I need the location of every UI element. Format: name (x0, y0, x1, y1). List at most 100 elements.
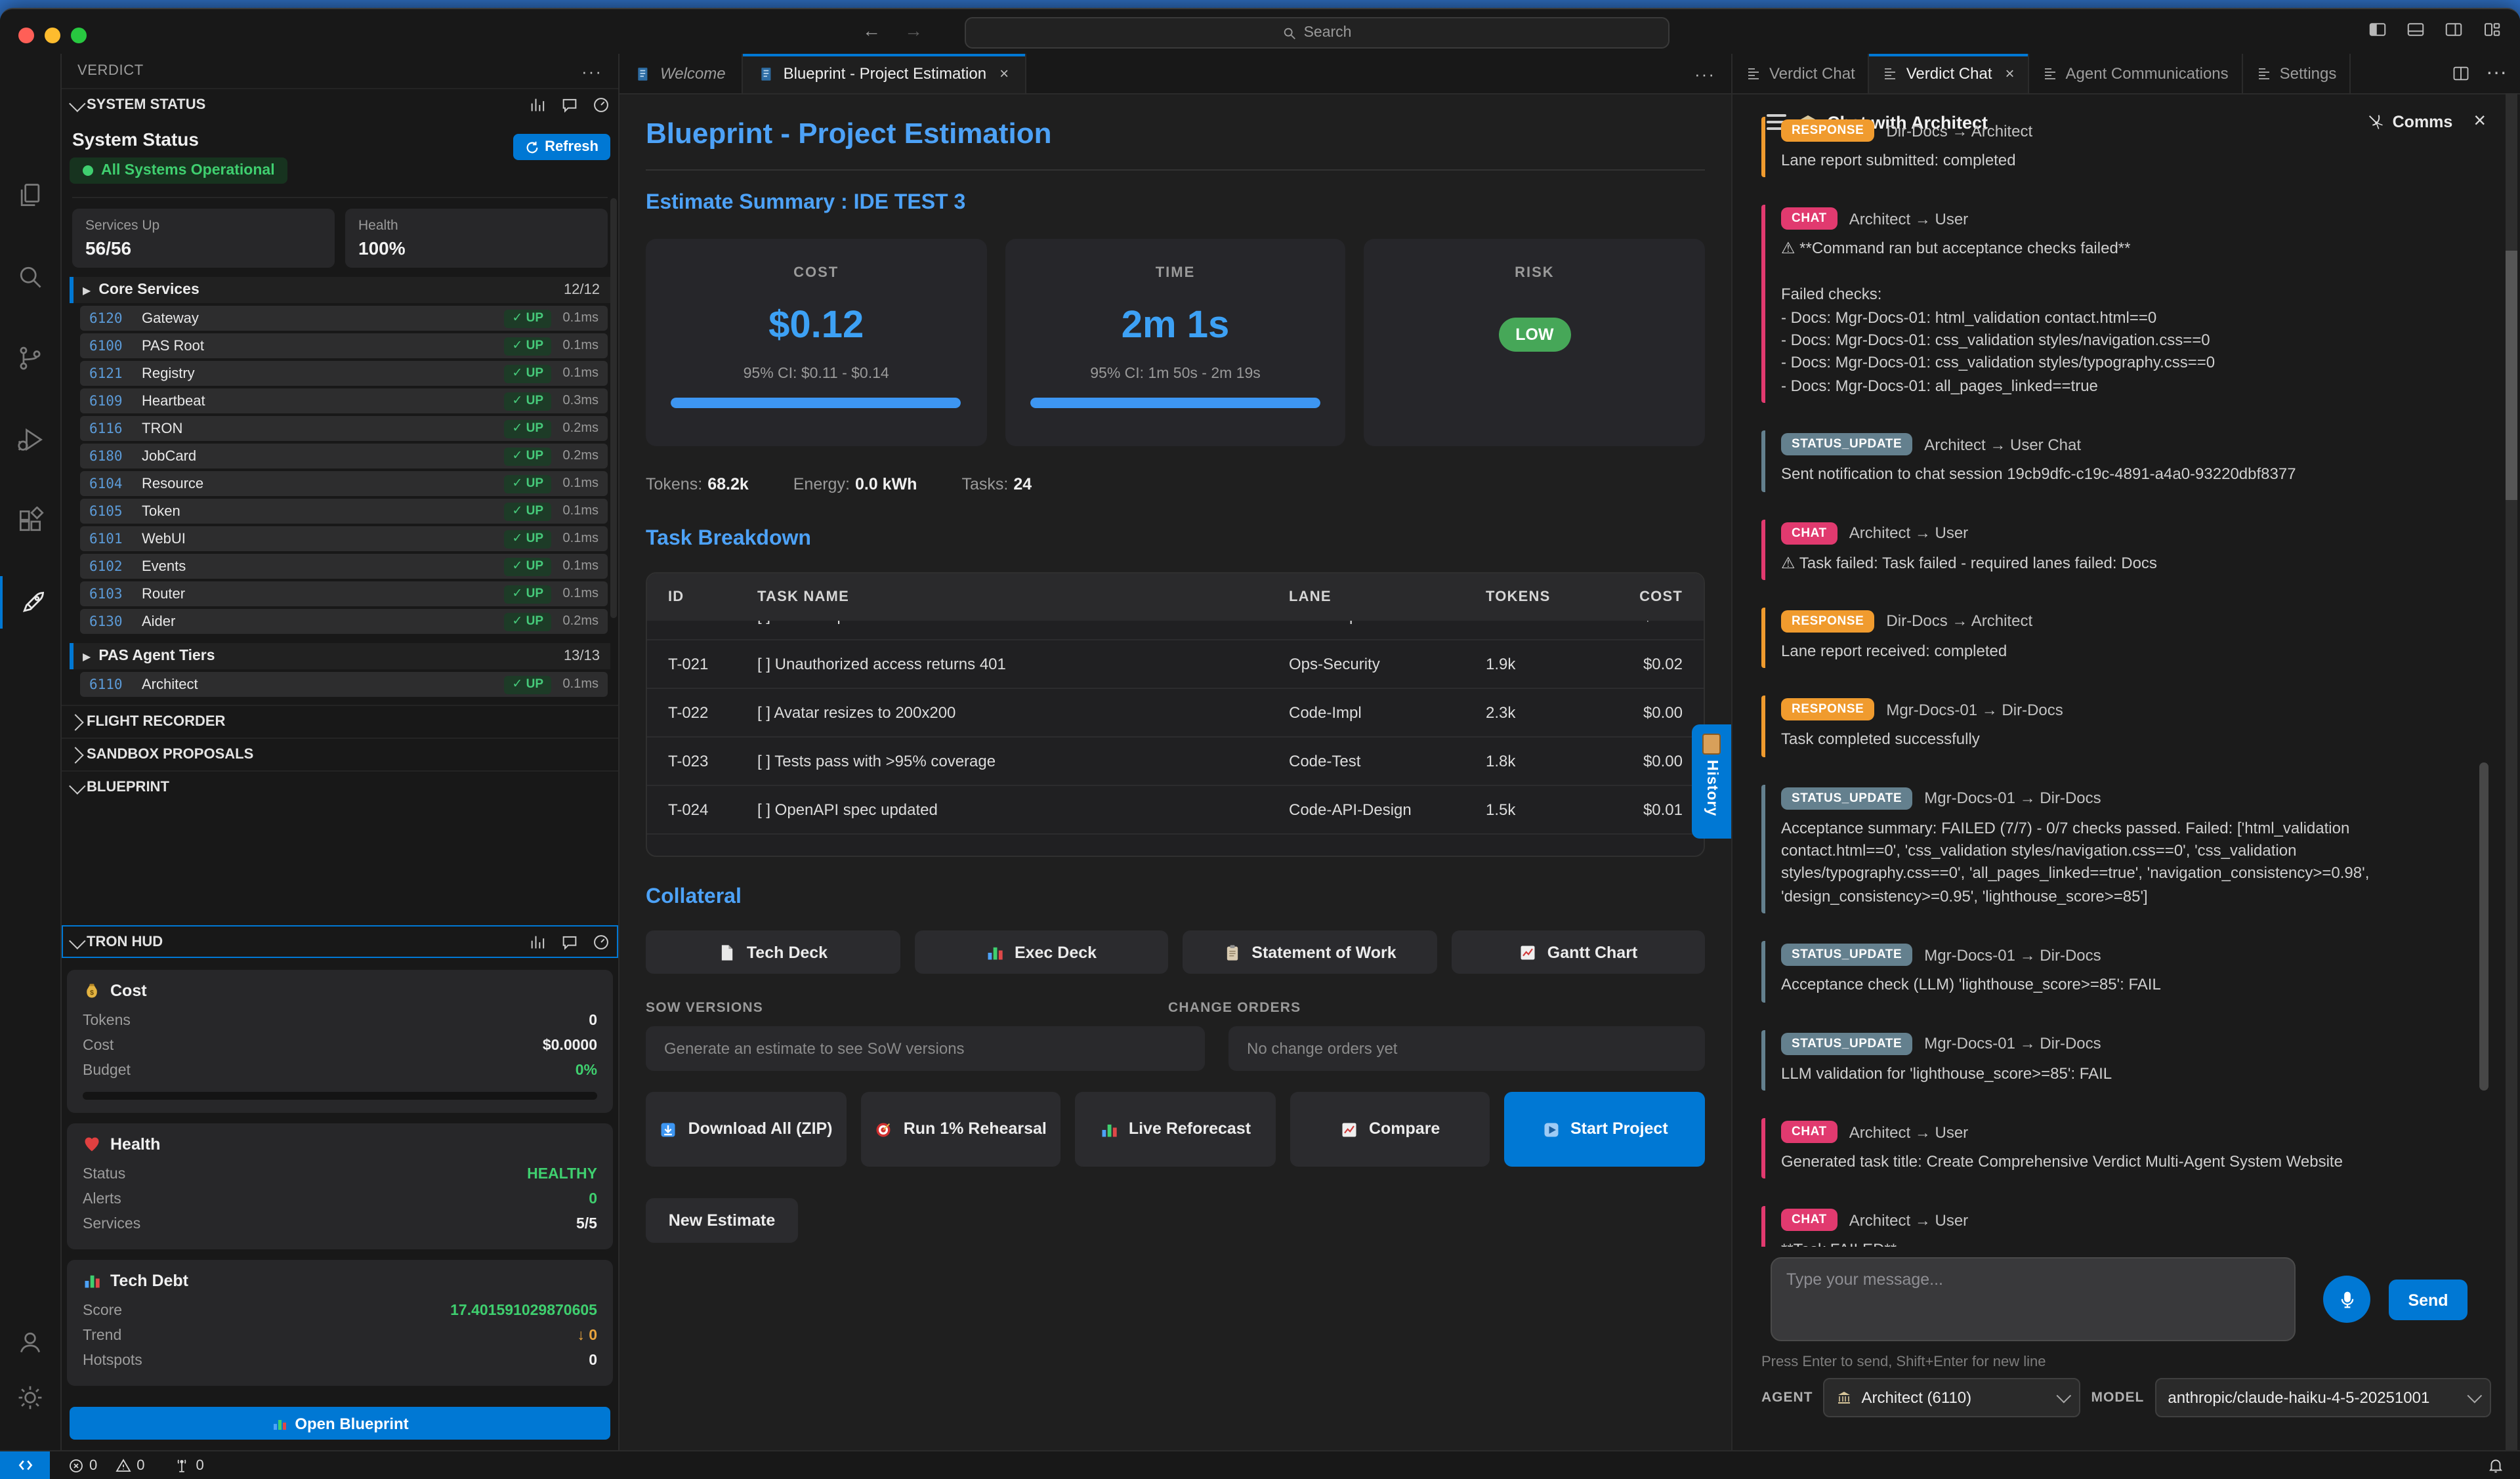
section-flight-recorder[interactable]: FLIGHT RECORDER (62, 705, 618, 738)
editor-tab[interactable]: Welcome (620, 54, 743, 93)
refresh-button[interactable]: Refresh (513, 134, 610, 160)
service-row[interactable]: 6110Architect✓ UP0.1ms (80, 672, 608, 697)
tab-file-icon (635, 65, 652, 82)
gantt-chart-button[interactable]: Gantt Chart (1451, 930, 1705, 974)
comment-icon[interactable] (560, 933, 579, 951)
compare-button[interactable]: Compare (1290, 1092, 1490, 1167)
new-estimate-button[interactable]: New Estimate (646, 1198, 798, 1243)
statement-of-work-button[interactable]: Statement of Work (1183, 930, 1437, 974)
section-blueprint[interactable]: BLUEPRINT (62, 770, 618, 803)
zoom-window-button[interactable] (71, 28, 87, 43)
tech-deck-button[interactable]: Tech Deck (646, 930, 900, 974)
warnings-status[interactable]: 0 (116, 1457, 144, 1473)
service-row[interactable]: 6104Resource✓ UP0.1ms (80, 471, 608, 496)
live-reforecast-button[interactable]: Live Reforecast (1075, 1092, 1275, 1167)
extensions-icon[interactable] (0, 495, 60, 547)
section-sandbox-proposals[interactable]: SANDBOX PROPOSALS (62, 738, 618, 770)
send-button[interactable]: Send (2389, 1280, 2468, 1320)
remote-indicator[interactable] (0, 1451, 50, 1479)
split-editor-icon[interactable] (2452, 64, 2470, 83)
comment-icon[interactable] (560, 96, 579, 114)
messages-scrollbar[interactable] (2479, 762, 2488, 1091)
toggle-primary-sidebar-icon[interactable] (2368, 20, 2387, 39)
barchart-icon[interactable] (529, 96, 547, 114)
task-table-viewport[interactable]: T-020[ ] Invalid input returns 400 with … (647, 621, 1704, 856)
editor-tab[interactable]: Blueprint - Project Estimation× (743, 54, 1026, 93)
sidebar-more-icon[interactable]: ··· (581, 61, 602, 81)
barchart-icon[interactable] (529, 933, 547, 951)
search-sidebar-icon[interactable] (0, 251, 60, 303)
panel-more-icon[interactable]: ··· (2486, 62, 2507, 85)
nav-forward-icon[interactable]: → (902, 20, 925, 41)
message-route: Architect → User (1849, 1211, 1968, 1230)
service-row[interactable]: 6130Aider✓ UP0.2ms (80, 609, 608, 634)
card-ci: 95% CI: $0.11 - $0.14 (744, 366, 889, 382)
minimize-window-button[interactable] (45, 28, 60, 43)
nav-back-icon[interactable]: ← (860, 20, 883, 41)
notifications-bell-icon[interactable] (2487, 1457, 2504, 1474)
download-all-zip--button[interactable]: Download All (ZIP) (646, 1092, 846, 1167)
close-window-button[interactable] (18, 28, 34, 43)
sidebar-scrollbar[interactable] (610, 198, 617, 618)
mic-button[interactable] (2323, 1276, 2370, 1323)
customize-layout-icon[interactable] (2482, 20, 2502, 39)
service-row[interactable]: 6102Events✓ UP0.1ms (80, 554, 608, 579)
source-control-icon[interactable] (0, 332, 60, 385)
history-tab[interactable]: History (1692, 724, 1731, 839)
panel-tab-settings[interactable]: Settings (2243, 54, 2351, 93)
start-project-button[interactable]: Start Project (1505, 1092, 1705, 1167)
hud-row-label: Hotspots (83, 1352, 142, 1368)
panel-tab-verdict-chat[interactable]: Verdict Chat × (1870, 54, 2029, 93)
chat-message-input[interactable] (1771, 1257, 2296, 1341)
service-row[interactable]: 6100PAS Root✓ UP0.1ms (80, 333, 608, 358)
tab-label: Verdict Chat (1906, 64, 1992, 83)
agent-select[interactable]: Architect (6110) (1824, 1378, 2081, 1417)
explorer-icon[interactable] (0, 169, 60, 222)
table-row[interactable]: T-021[ ] Unauthorized access returns 401… (647, 640, 1704, 689)
service-group-header[interactable]: ▶Core Services12/12 (70, 277, 610, 303)
errors-status[interactable]: 0 (68, 1457, 97, 1473)
chat-message: CHATArchitect → UserGenerated task title… (1761, 1118, 2473, 1179)
tab-close-icon[interactable]: × (2006, 64, 2015, 83)
model-select[interactable]: anthropic/claude-haiku-4-5-20251001 (2154, 1378, 2491, 1417)
list-icon (2256, 66, 2272, 81)
section-system-status[interactable]: SYSTEM STATUS (62, 88, 618, 121)
svg-text:$: $ (90, 989, 94, 997)
run-1-rehearsal-button[interactable]: Run 1% Rehearsal (860, 1092, 1060, 1167)
panel-tab-verdict-chat[interactable]: Verdict Chat (1732, 54, 1870, 93)
service-row[interactable]: 6116TRON✓ UP0.2ms (80, 416, 608, 441)
service-row[interactable]: 6109Heartbeat✓ UP0.3ms (80, 388, 608, 413)
exec-deck-button[interactable]: Exec Deck (914, 930, 1168, 974)
editor-tabs-more-icon[interactable]: ··· (1679, 64, 1731, 83)
service-row[interactable]: 6101WebUI✓ UP0.1ms (80, 526, 608, 551)
open-blueprint-button[interactable]: Open Blueprint (70, 1407, 610, 1440)
run-debug-icon[interactable] (0, 413, 60, 466)
tab-close-icon[interactable]: × (999, 64, 1009, 83)
settings-gear-icon[interactable] (0, 1371, 60, 1424)
service-row[interactable]: 6105Token✓ UP0.1ms (80, 499, 608, 524)
service-row[interactable]: 6103Router✓ UP0.1ms (80, 581, 608, 606)
panel-tab-agent-communications[interactable]: Agent Communications (2029, 54, 2243, 93)
gauge-icon[interactable] (592, 933, 610, 951)
account-icon[interactable] (0, 1316, 60, 1369)
table-row[interactable]: T-020[ ] Invalid input returns 400 with … (647, 621, 1704, 640)
service-row[interactable]: 6180JobCard✓ UP0.2ms (80, 444, 608, 469)
table-row[interactable]: T-022[ ] Avatar resizes to 200x200Code-I… (647, 689, 1704, 738)
command-center-search[interactable]: Search (965, 17, 1670, 49)
toggle-panel-icon[interactable] (2406, 20, 2426, 39)
task-tokens: 1.5k (1486, 801, 1591, 819)
service-row[interactable]: 6120Gateway✓ UP0.1ms (80, 306, 608, 331)
ports-status[interactable]: 0 (174, 1457, 204, 1474)
table-row[interactable]: T-023[ ] Tests pass with >95% coverageCo… (647, 738, 1704, 786)
service-row[interactable]: 6121Registry✓ UP0.1ms (80, 361, 608, 386)
toggle-secondary-sidebar-icon[interactable] (2444, 20, 2464, 39)
table-row[interactable]: T-024[ ] OpenAPI spec updatedCode-API-De… (647, 786, 1704, 835)
chat-message: CHATArchitect → User**Task FAILED** (1761, 1207, 2473, 1247)
gauge-icon[interactable] (592, 96, 610, 114)
chat-close-icon[interactable]: × (2473, 110, 2486, 134)
section-tron-hud[interactable]: TRON HUD (62, 925, 618, 958)
hud-row: Services5/5 (83, 1211, 597, 1236)
service-group-header[interactable]: ▶PAS Agent Tiers13/13 (70, 643, 610, 669)
verdict-rocket-icon[interactable] (0, 576, 63, 629)
panel-scrollbar-thumb[interactable] (2506, 251, 2517, 500)
